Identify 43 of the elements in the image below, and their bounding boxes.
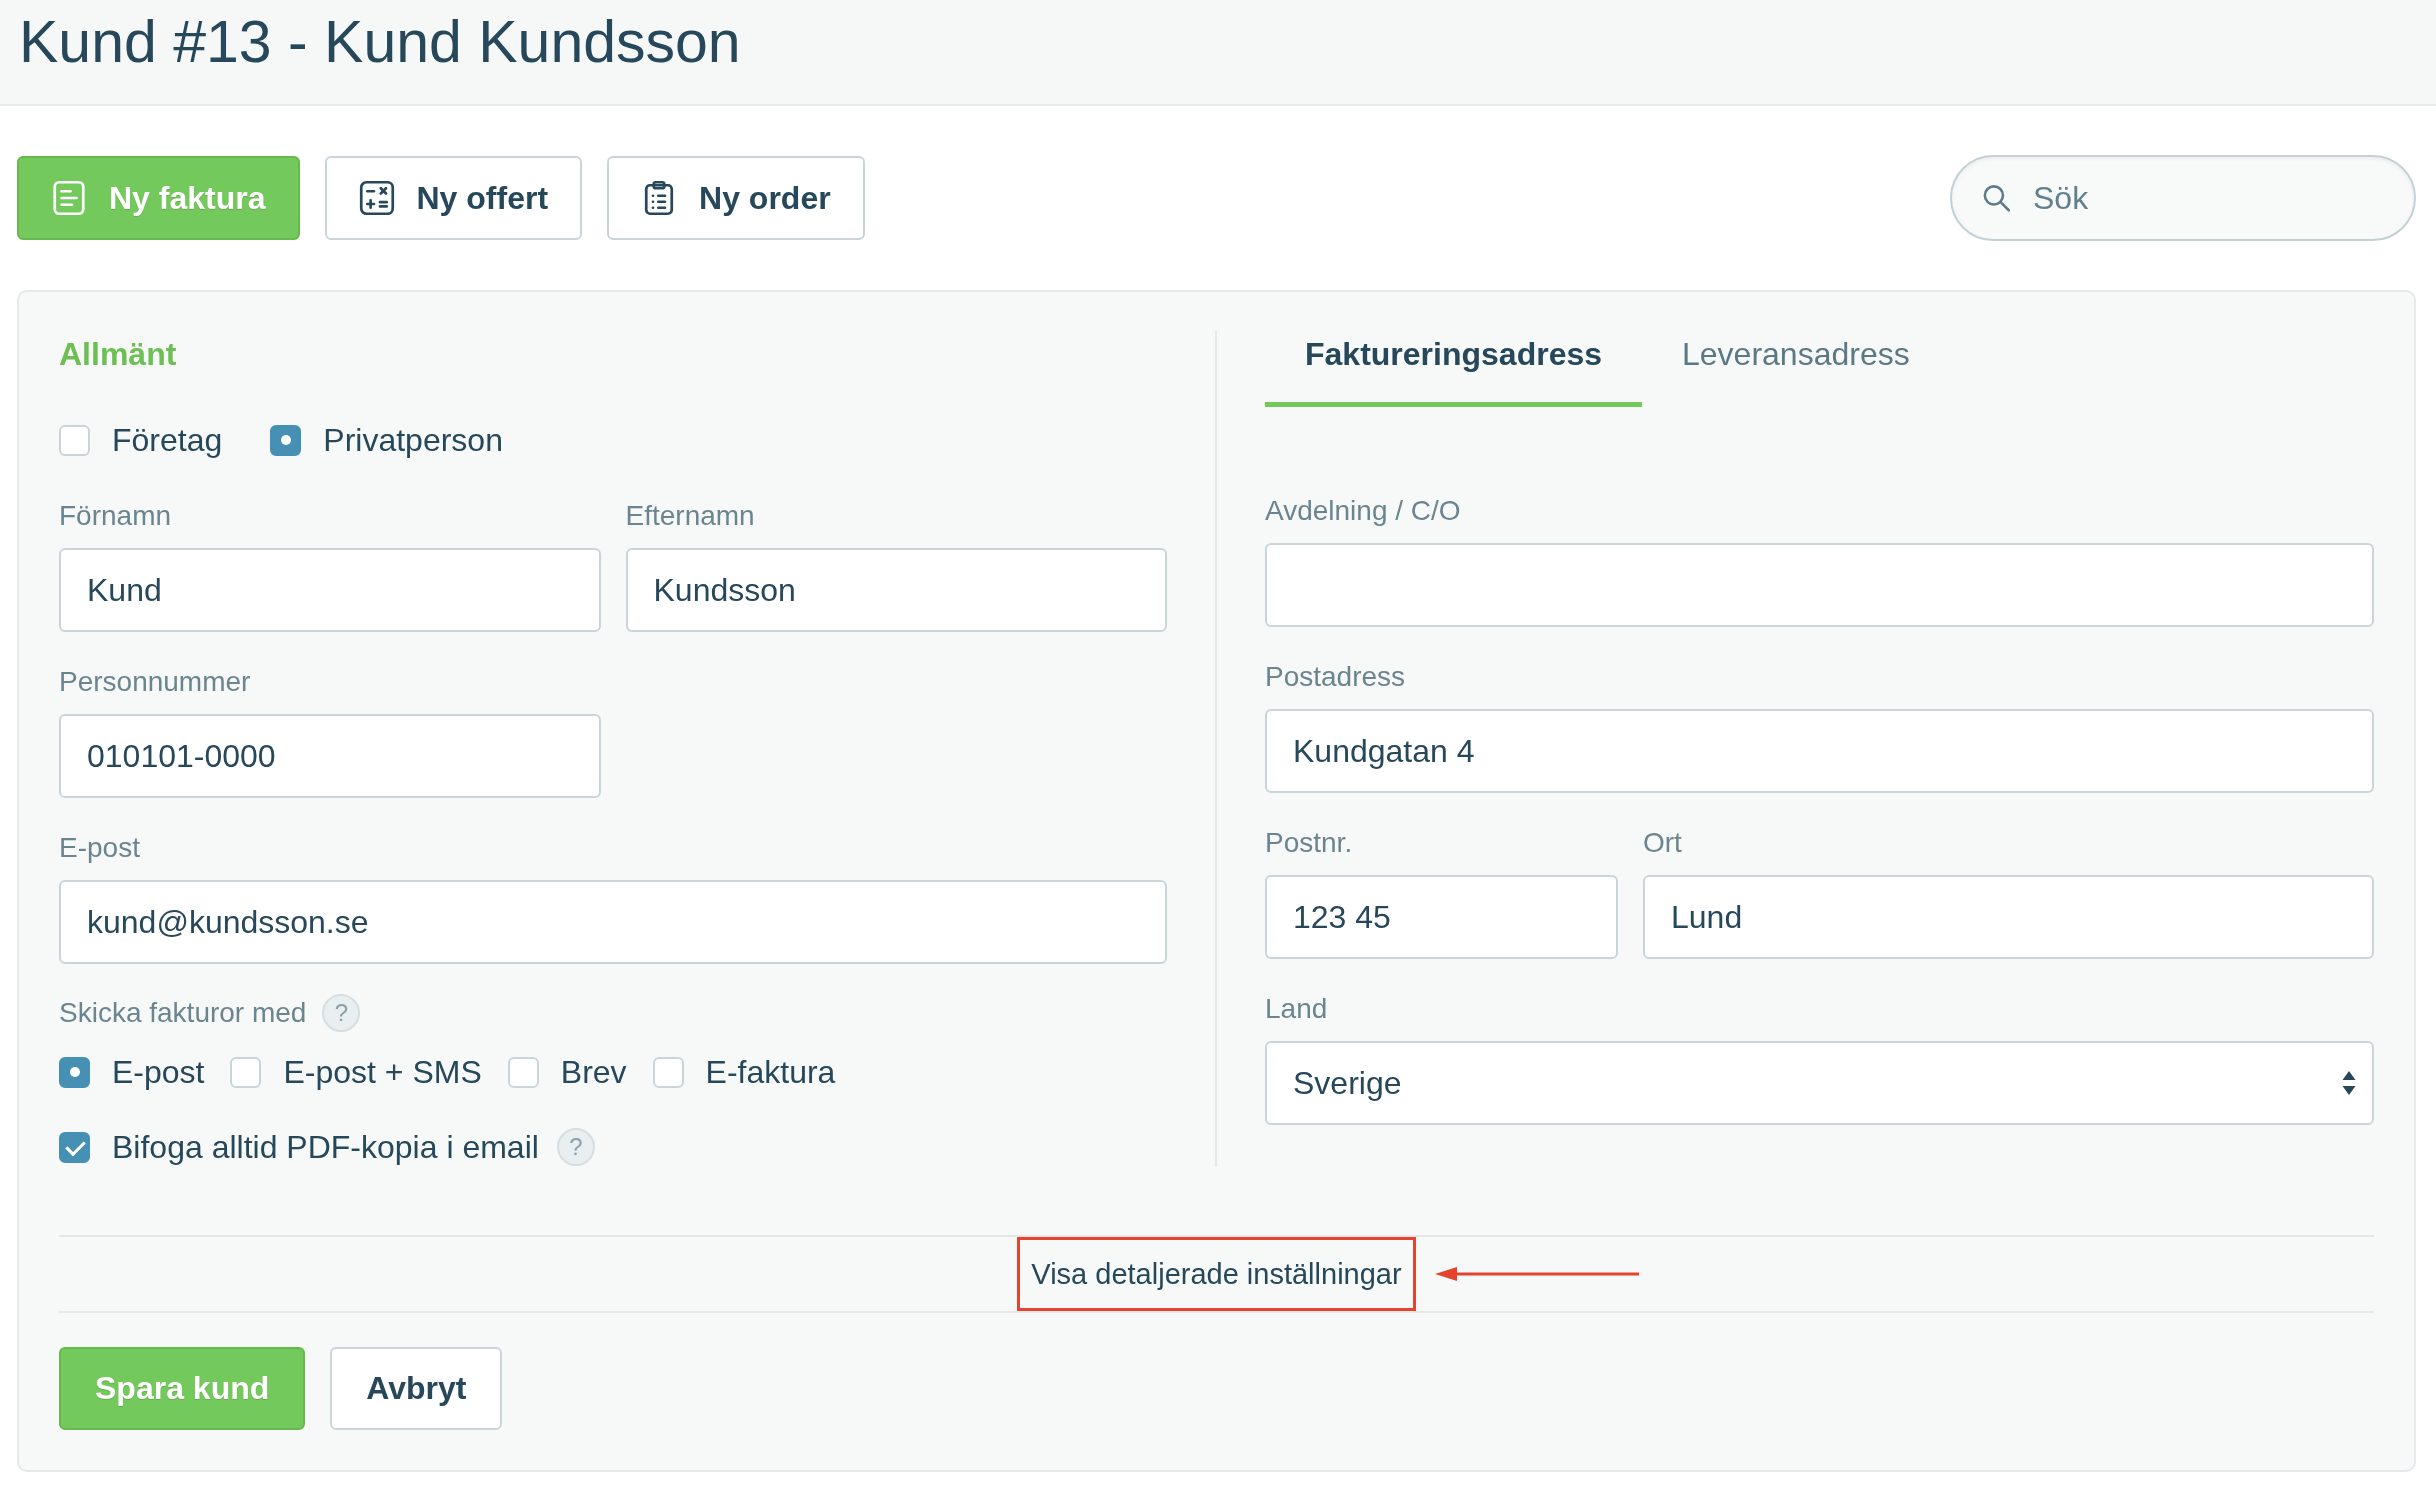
field-label: Postadress <box>1265 660 1406 694</box>
personal-number-input[interactable]: 010101-0000 <box>59 714 601 798</box>
field-label: Efternamn <box>625 499 755 533</box>
option-label: Privatperson <box>323 421 503 460</box>
last-name-input[interactable]: Kundsson <box>625 548 1167 632</box>
option-label: Brev <box>560 1053 627 1092</box>
field-label: Postnr. <box>1265 826 1353 860</box>
option-label: Företag <box>112 421 223 460</box>
cancel-button[interactable]: Avbryt <box>330 1347 503 1430</box>
new-quote-button[interactable]: Ny offert <box>324 156 583 240</box>
field-label: Skicka fakturor med <box>59 996 307 1030</box>
radio-button[interactable] <box>270 424 302 456</box>
option-label: E-faktura <box>705 1053 836 1092</box>
radio-button[interactable] <box>59 1056 90 1088</box>
department-input[interactable] <box>1265 543 2374 627</box>
first-name-input[interactable]: Kund <box>59 548 601 632</box>
section-heading: Allmänt <box>59 335 177 374</box>
city-input[interactable]: Lund <box>1643 875 2374 959</box>
option-label: E-post + SMS <box>283 1053 482 1092</box>
field-label: Ort <box>1643 826 1682 860</box>
search-icon <box>1981 182 2012 214</box>
option-label: Bifoga alltid PDF-kopia i email <box>112 1128 539 1167</box>
calculator-icon <box>358 180 395 216</box>
field-label: Avdelning / C/O <box>1265 494 1461 528</box>
field-label: Förnamn <box>59 499 172 533</box>
details-link[interactable]: Visa detaljerade inställningar <box>1031 1257 1402 1291</box>
field-label: Personnummer <box>59 665 251 699</box>
checkbox[interactable] <box>59 1131 90 1163</box>
email-input[interactable]: kund@kundsson.se <box>59 880 1167 964</box>
document-icon <box>51 180 87 216</box>
page-title: Kund #13 - Kund Kundsson <box>19 8 741 77</box>
option-label: E-post <box>112 1053 205 1092</box>
street-address-input[interactable]: Kundgatan 4 <box>1265 709 2374 793</box>
search-field[interactable]: Sök <box>1950 155 2416 241</box>
field-label: E-post <box>59 831 140 865</box>
country-select[interactable]: Sverige <box>1265 1041 2374 1125</box>
new-order-button[interactable]: Ny order <box>607 156 865 240</box>
tab[interactable]: Leveransadress <box>1642 331 1950 407</box>
tab[interactable]: Faktureringsadress <box>1265 331 1642 407</box>
postal-code-input[interactable]: 123 45 <box>1265 875 1618 959</box>
field-label: Land <box>1265 992 1328 1026</box>
left-arrow-icon <box>1434 1266 1639 1282</box>
updown-caret-icon <box>2342 1070 2356 1096</box>
